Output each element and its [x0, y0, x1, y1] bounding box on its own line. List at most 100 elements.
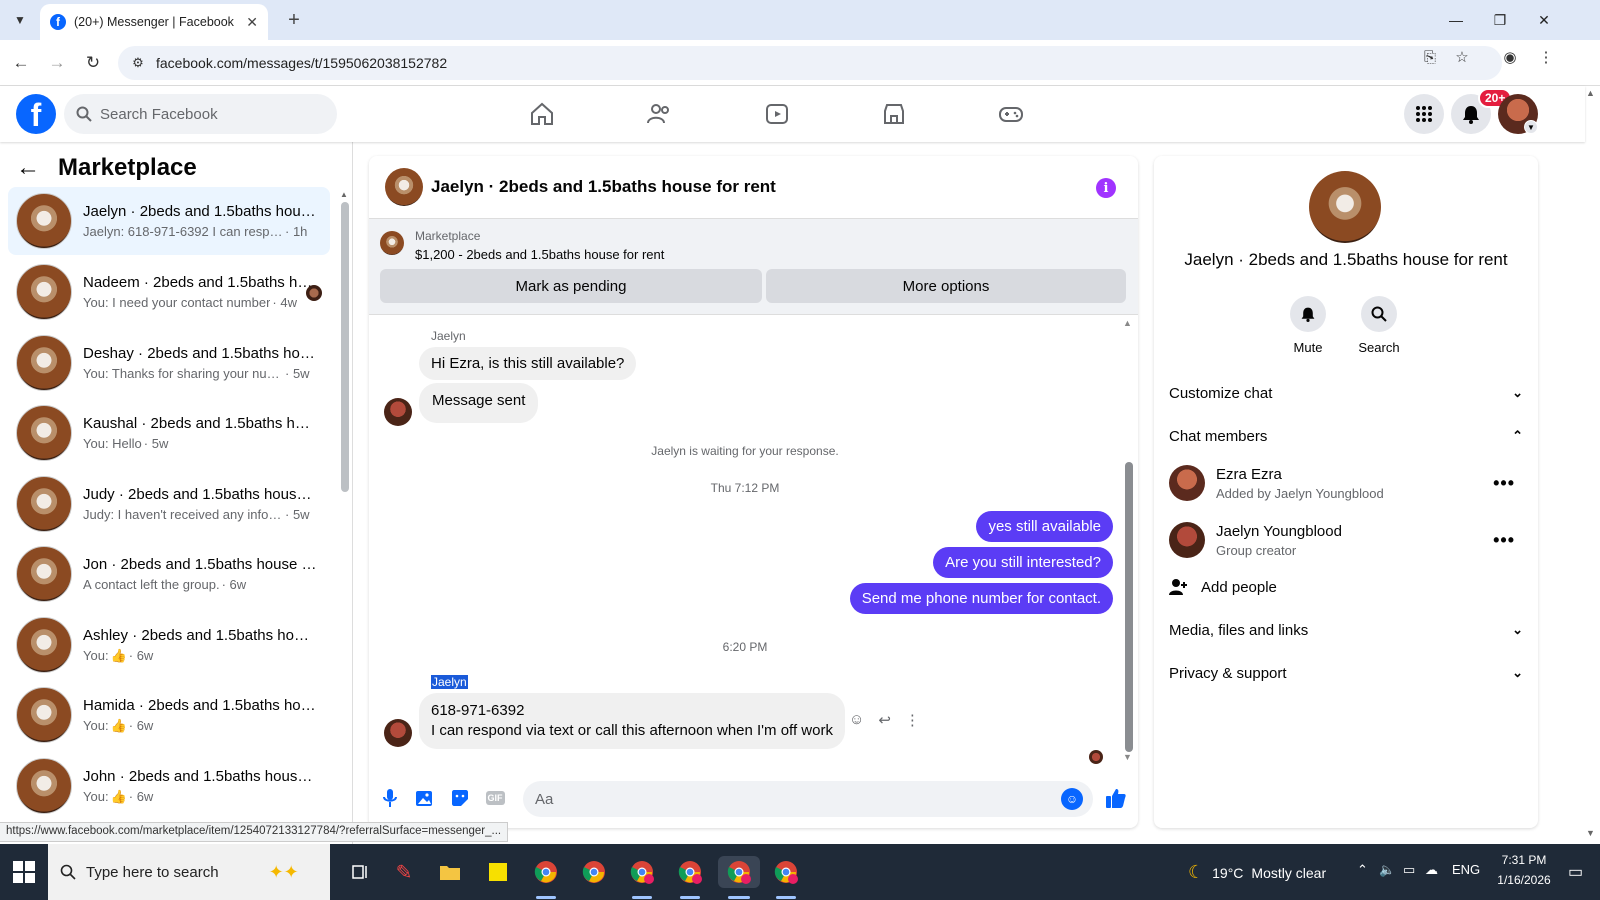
- scroll-down-icon[interactable]: ▼: [1123, 752, 1132, 762]
- incoming-message[interactable]: Message sent: [419, 383, 539, 423]
- conversation-item[interactable]: Hamida · 2beds and 1.5baths house for re…: [8, 681, 330, 749]
- chat-scrollbar[interactable]: [1125, 462, 1133, 752]
- facebook-logo-icon[interactable]: f: [16, 94, 56, 134]
- listing-thumbnail[interactable]: [380, 231, 404, 255]
- back-arrow-icon[interactable]: ←: [16, 154, 40, 182]
- chrome-profile-icon[interactable]: [674, 856, 706, 888]
- reload-icon[interactable]: ↻: [80, 50, 106, 76]
- chrome-icon[interactable]: [578, 856, 610, 888]
- facebook-search-input[interactable]: Search Facebook: [64, 94, 337, 134]
- chrome-icon[interactable]: [530, 856, 562, 888]
- mark-pending-button[interactable]: Mark as pending: [380, 269, 762, 303]
- chat-avatar[interactable]: [385, 168, 423, 206]
- chevron-down-icon[interactable]: ▼: [1524, 120, 1538, 134]
- notification-center-icon[interactable]: ▭: [1568, 862, 1583, 882]
- conversation-item[interactable]: Jaelyn · 2beds and 1.5baths house for re…: [8, 187, 330, 255]
- microphone-icon[interactable]: [379, 787, 401, 809]
- tab-close-icon[interactable]: ✕: [246, 14, 258, 31]
- menu-grid-icon[interactable]: [1404, 94, 1444, 134]
- site-info-icon[interactable]: ⚙: [128, 53, 148, 73]
- window-close-icon[interactable]: ✕: [1532, 8, 1556, 32]
- chrome-profile-icon[interactable]: [626, 856, 658, 888]
- language-indicator[interactable]: ENG: [1452, 862, 1480, 877]
- sticker-icon[interactable]: [449, 787, 471, 809]
- incoming-message[interactable]: Hi Ezra, is this still available?: [419, 347, 637, 380]
- mute-button[interactable]: Mute: [1278, 296, 1338, 355]
- windows-start-icon[interactable]: [12, 860, 36, 884]
- conversation-item[interactable]: Judy · 2beds and 1.5baths house for rent…: [8, 470, 330, 538]
- react-emoji-icon[interactable]: ☺: [849, 711, 864, 729]
- file-explorer-icon[interactable]: [434, 856, 466, 888]
- incoming-message[interactable]: 618-971-6392 I can respond via text or c…: [419, 693, 845, 749]
- home-icon[interactable]: [525, 98, 559, 130]
- chat-title[interactable]: Jaelyn · 2beds and 1.5baths house for re…: [431, 177, 776, 197]
- like-send-icon[interactable]: [1105, 787, 1127, 809]
- video-icon[interactable]: [760, 98, 794, 130]
- media-files-row[interactable]: Media, files and links ⌄: [1169, 610, 1523, 650]
- menu-kebab-icon[interactable]: ⋮: [1536, 47, 1556, 67]
- taskbar-search-input[interactable]: Type here to search ✦✦: [48, 844, 330, 900]
- chat-members-row[interactable]: Chat members ⌃: [1169, 416, 1523, 456]
- tab-search-chevron-icon[interactable]: ▼: [8, 8, 32, 32]
- more-options-button[interactable]: More options: [766, 269, 1126, 303]
- sender-avatar[interactable]: [384, 398, 412, 426]
- member-item[interactable]: Jaelyn Youngblood Group creator •••: [1169, 515, 1523, 565]
- forward-icon[interactable]: →: [44, 50, 70, 76]
- add-people-row[interactable]: Add people: [1169, 567, 1523, 607]
- minimize-icon[interactable]: —: [1444, 8, 1468, 32]
- message-input[interactable]: Aa ☺: [523, 781, 1093, 817]
- sticky-notes-icon[interactable]: [482, 856, 514, 888]
- gif-icon[interactable]: GIF: [484, 787, 506, 809]
- reply-icon[interactable]: ↩: [878, 711, 891, 729]
- weather-widget[interactable]: ☾ 19°C Mostly clear: [1188, 862, 1326, 883]
- conversation-item[interactable]: Nadeem · 2beds and 1.5baths house for re…: [8, 258, 330, 326]
- battery-icon[interactable]: ▭: [1403, 862, 1415, 878]
- install-app-icon[interactable]: ⎘: [1420, 47, 1440, 67]
- more-dots-icon[interactable]: •••: [1493, 530, 1515, 551]
- customize-chat-row[interactable]: Customize chat ⌄: [1169, 373, 1523, 413]
- privacy-support-row[interactable]: Privacy & support ⌄: [1169, 653, 1523, 693]
- gaming-icon[interactable]: [994, 98, 1028, 130]
- conversation-item[interactable]: Deshay · 2beds and 1.5baths house for re…: [8, 329, 330, 397]
- emoji-icon[interactable]: ☺: [1061, 788, 1083, 810]
- page-scroll-up-icon[interactable]: ▲: [1586, 88, 1595, 98]
- paint-app-icon[interactable]: ✎: [388, 856, 420, 888]
- photo-icon[interactable]: [414, 787, 436, 809]
- member-item[interactable]: Ezra Ezra Added by Jaelyn Youngblood •••: [1169, 458, 1523, 508]
- task-view-icon[interactable]: [344, 856, 376, 888]
- chrome-profile-icon[interactable]: [718, 856, 760, 888]
- listing-description[interactable]: $1,200 - 2beds and 1.5baths house for re…: [415, 247, 664, 262]
- system-clock[interactable]: 7:31 PM 1/16/2026: [1488, 850, 1560, 890]
- volume-icon[interactable]: 🔈: [1379, 862, 1395, 878]
- sender-avatar[interactable]: [384, 719, 412, 747]
- bookmark-star-icon[interactable]: ☆: [1452, 47, 1472, 67]
- chrome-profile-icon[interactable]: [770, 856, 802, 888]
- chat-details-avatar[interactable]: [1309, 171, 1381, 243]
- marketplace-icon[interactable]: [877, 98, 911, 130]
- browser-tab[interactable]: f (20+) Messenger | Facebook ✕: [40, 4, 268, 40]
- conversation-item[interactable]: John · 2beds and 1.5baths house for rent…: [8, 752, 330, 820]
- conversation-item[interactable]: Ashley · 2beds and 1.5baths house for re…: [8, 611, 330, 679]
- outgoing-message[interactable]: yes still available: [976, 511, 1113, 542]
- tray-chevron-up-icon[interactable]: ⌃: [1357, 862, 1368, 878]
- network-icon[interactable]: ☁: [1425, 862, 1438, 878]
- restore-icon[interactable]: ❐: [1488, 8, 1512, 32]
- more-icon[interactable]: ⋮: [905, 711, 920, 729]
- conversation-item[interactable]: Kaushal · 2beds and 1.5baths house for r…: [8, 399, 330, 467]
- search-in-chat-button[interactable]: Search: [1349, 296, 1409, 355]
- conversation-item[interactable]: Jon · 2beds and 1.5baths house for rent …: [8, 540, 330, 608]
- friends-icon[interactable]: [642, 98, 676, 130]
- more-dots-icon[interactable]: •••: [1493, 473, 1515, 494]
- outgoing-message[interactable]: Are you still interested?: [933, 547, 1113, 578]
- search-placeholder: Search Facebook: [100, 105, 218, 123]
- page-scroll-down-icon[interactable]: ▼: [1586, 828, 1595, 838]
- outgoing-message[interactable]: Send me phone number for contact.: [849, 583, 1113, 614]
- back-icon[interactable]: ←: [8, 50, 34, 76]
- info-icon[interactable]: i: [1096, 178, 1116, 198]
- address-bar[interactable]: ⚙ facebook.com/messages/t/15950620381527…: [118, 46, 1502, 80]
- profile-icon[interactable]: ◉: [1500, 47, 1520, 67]
- scroll-up-icon[interactable]: ▲: [340, 190, 348, 199]
- new-tab-button[interactable]: +: [282, 8, 306, 32]
- scroll-up-icon[interactable]: ▲: [1123, 318, 1132, 328]
- chat-list-scrollbar[interactable]: [341, 202, 349, 492]
